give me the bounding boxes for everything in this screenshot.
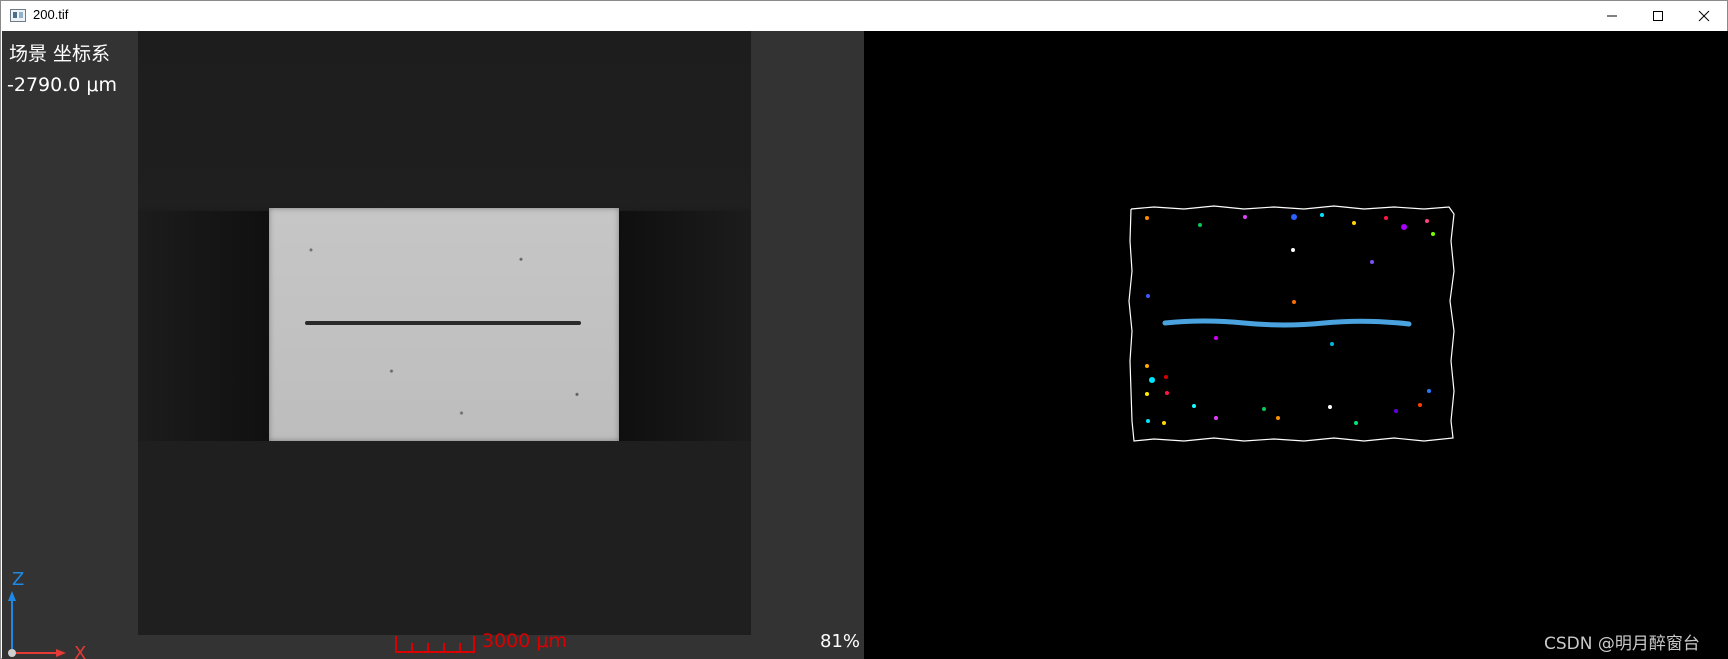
maximize-button[interactable] xyxy=(1635,1,1681,31)
scene-viewport[interactable]: 场景 坐标系 -2790.0 μm 3000 μm 81% Z X xyxy=(2,31,864,659)
scale-bar xyxy=(395,636,475,653)
maximize-icon xyxy=(1653,11,1663,21)
watermark: CSDN @明月醉窗台 xyxy=(1544,634,1700,654)
slice-shadow-left xyxy=(138,211,269,451)
close-icon xyxy=(1698,10,1710,22)
z-axis-label: Z xyxy=(12,569,24,590)
segmentation-viewport[interactable]: CSDN @明月醉窗台 xyxy=(864,31,1728,659)
sample-block xyxy=(269,208,619,441)
slice-background-top xyxy=(138,31,751,211)
slice-shadow-right xyxy=(618,211,751,451)
ct-slice-image[interactable] xyxy=(138,31,751,635)
title-bar[interactable]: 200.tif xyxy=(1,1,1727,31)
app-window: 200.tif 场景 坐标系 -2790.0 μm 3000 μm 81% Z … xyxy=(0,0,1728,659)
minimize-button[interactable] xyxy=(1589,1,1635,31)
x-axis-label: X xyxy=(74,643,86,659)
window-title: 200.tif xyxy=(33,7,69,22)
scale-bar-label: 3000 μm xyxy=(482,630,567,652)
x-axis-arrow xyxy=(56,649,66,657)
coordinate-system-label: 场景 坐标系 xyxy=(9,43,111,65)
crack-segment xyxy=(1162,318,1412,328)
close-button[interactable] xyxy=(1681,1,1727,31)
axis-triad: Z X xyxy=(8,569,86,659)
viewer-content: 场景 坐标系 -2790.0 μm 3000 μm 81% Z X CSDN @… xyxy=(2,31,1728,659)
axis-origin xyxy=(8,649,16,657)
crack-line xyxy=(305,321,581,325)
segmentation-render xyxy=(1128,205,1455,442)
app-icon xyxy=(10,9,26,22)
z-axis-arrow xyxy=(8,591,16,601)
minimize-icon xyxy=(1607,15,1617,17)
zoom-level: 81% xyxy=(820,631,861,652)
depth-readout: -2790.0 μm xyxy=(7,74,117,96)
slice-background-bottom xyxy=(138,441,751,635)
